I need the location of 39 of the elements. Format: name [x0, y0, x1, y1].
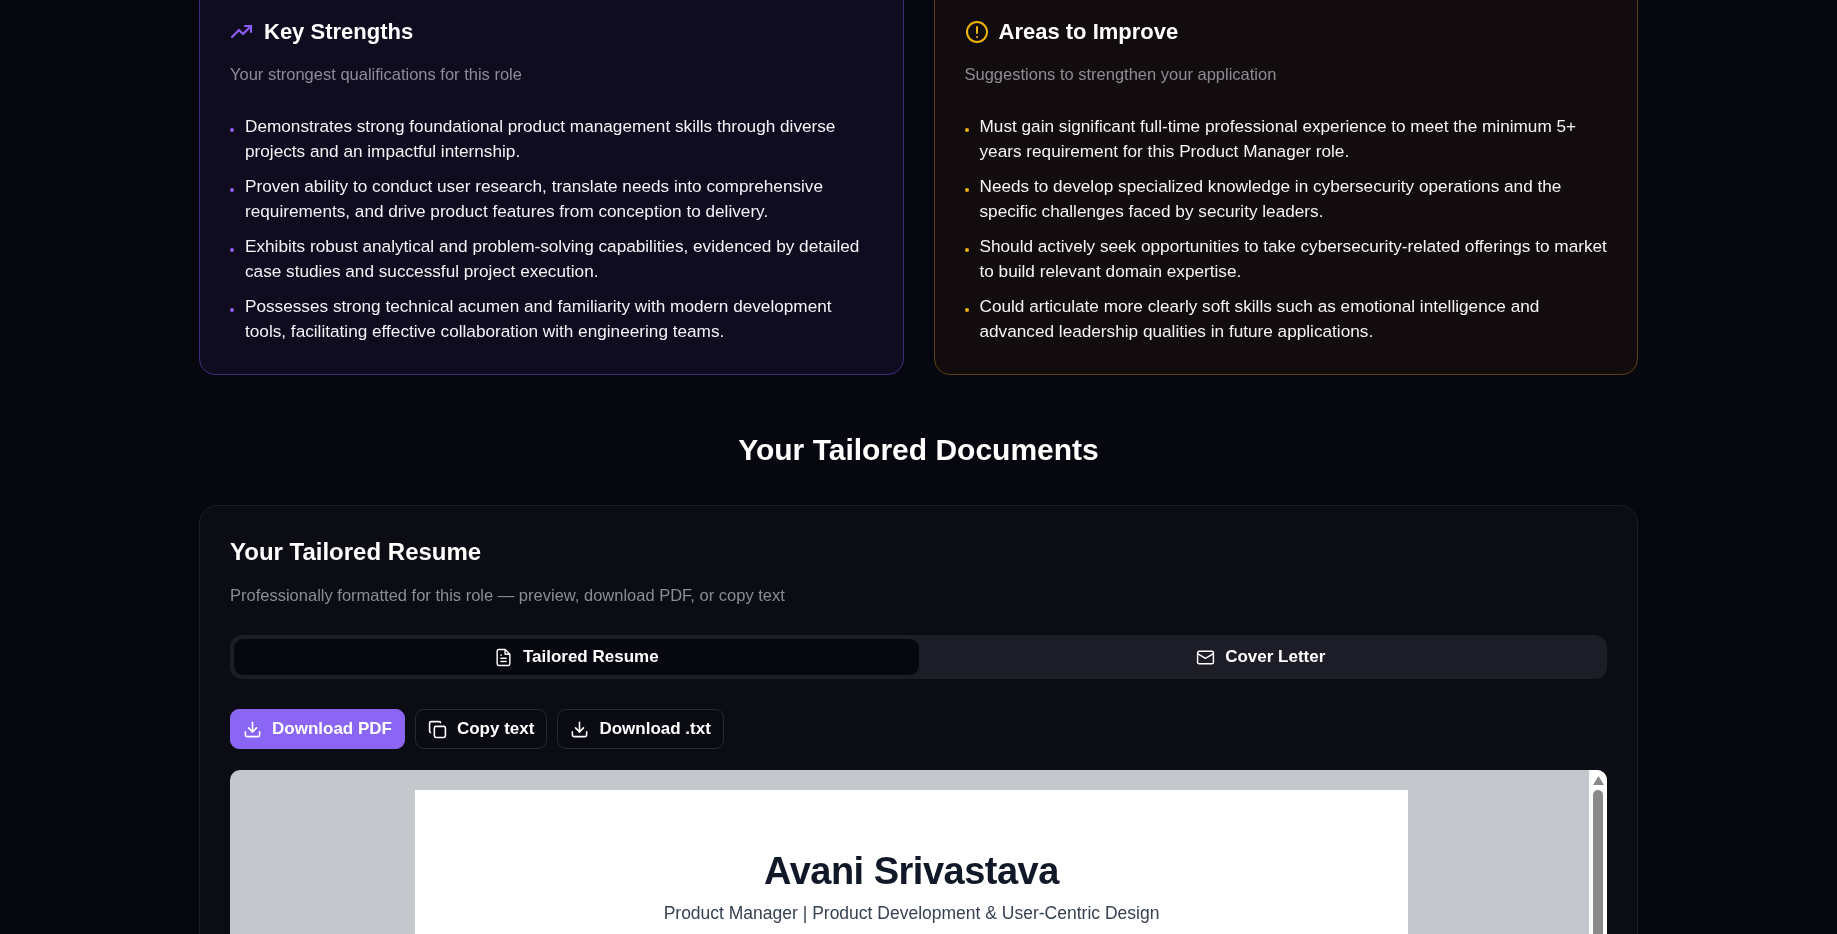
download-icon [570, 719, 590, 739]
section-heading: Your Tailored Documents [737, 433, 1100, 467]
tab[interactable]: Cover Letter [918, 639, 1603, 675]
list-item-text: Should actively seek opportunities to take cybersecurity-related offerings to market to build relevant domain expertise. [979, 235, 1607, 283]
bullet-dot [964, 248, 969, 252]
tab[interactable]: Tailored Resume [234, 639, 919, 675]
envelope-icon [1196, 647, 1216, 667]
card-title: Areas to Improve [998, 19, 1179, 45]
bullet-dot [230, 248, 234, 252]
bullet-dot [230, 308, 234, 312]
download-button[interactable]: Download PDF [230, 709, 405, 749]
bullet-dot [230, 128, 234, 132]
card-subtitle: Suggestions to strengthen your application [964, 65, 1278, 84]
resume-name: Avani Srivastava [763, 850, 1061, 893]
card-subtitle: Professionally formatted for this role — preview, download PDF, or copy text [230, 586, 786, 605]
bullet-dot [964, 128, 969, 132]
list-item-text: Could articulate more clearly soft skills such as emotional intelligence and advanced leadership qualities in future applications. [979, 295, 1541, 343]
bullet-dot [230, 188, 234, 192]
card-title: Your Tailored Resume [230, 538, 483, 566]
document-icon [493, 647, 513, 667]
list-item-text: Must gain significant full-time professional experience to meet the minimum 5+ years requirement for this Product Manager role. [979, 115, 1578, 163]
scrollbar[interactable] [1589, 770, 1607, 934]
list-item-text: Demonstrates strong foundational product management skills through diverse projects and an impactful internship. [245, 115, 837, 163]
download-button[interactable]: Download .txt [557, 709, 724, 749]
resume-headline: Product Manager | Product Development & User-Centric Design [662, 903, 1161, 924]
list-item-text: Exhibits robust analytical and problem-solving capabilities, evidenced by detailed case studies and successful project execution. [245, 235, 861, 283]
bullet-dot [964, 188, 969, 192]
bullet-dot [964, 308, 969, 312]
list-item-text: Needs to develop specialized knowledge in cybersecurity operations and the specific challenges faced by security leaders. [979, 175, 1563, 223]
scroll-up-arrow-icon[interactable] [1592, 776, 1604, 785]
list-item-text: Proven ability to conduct user research, translate needs into comprehensive requirements, and drive product features from conception to delivery. [245, 175, 824, 223]
copy-icon [427, 719, 447, 739]
copy-button[interactable]: Copy text [414, 709, 548, 749]
list-item-text: Possesses strong technical acumen and familiarity with modern development tools, facilitating effective collaboration with engineering teams. [245, 295, 833, 343]
scrollbar-thumb[interactable] [1593, 790, 1603, 934]
card-title: Key Strengths [264, 19, 414, 45]
card-subtitle: Your strongest qualifications for this role [230, 65, 523, 84]
alert-circle-icon [964, 20, 989, 44]
download-icon [243, 719, 262, 739]
